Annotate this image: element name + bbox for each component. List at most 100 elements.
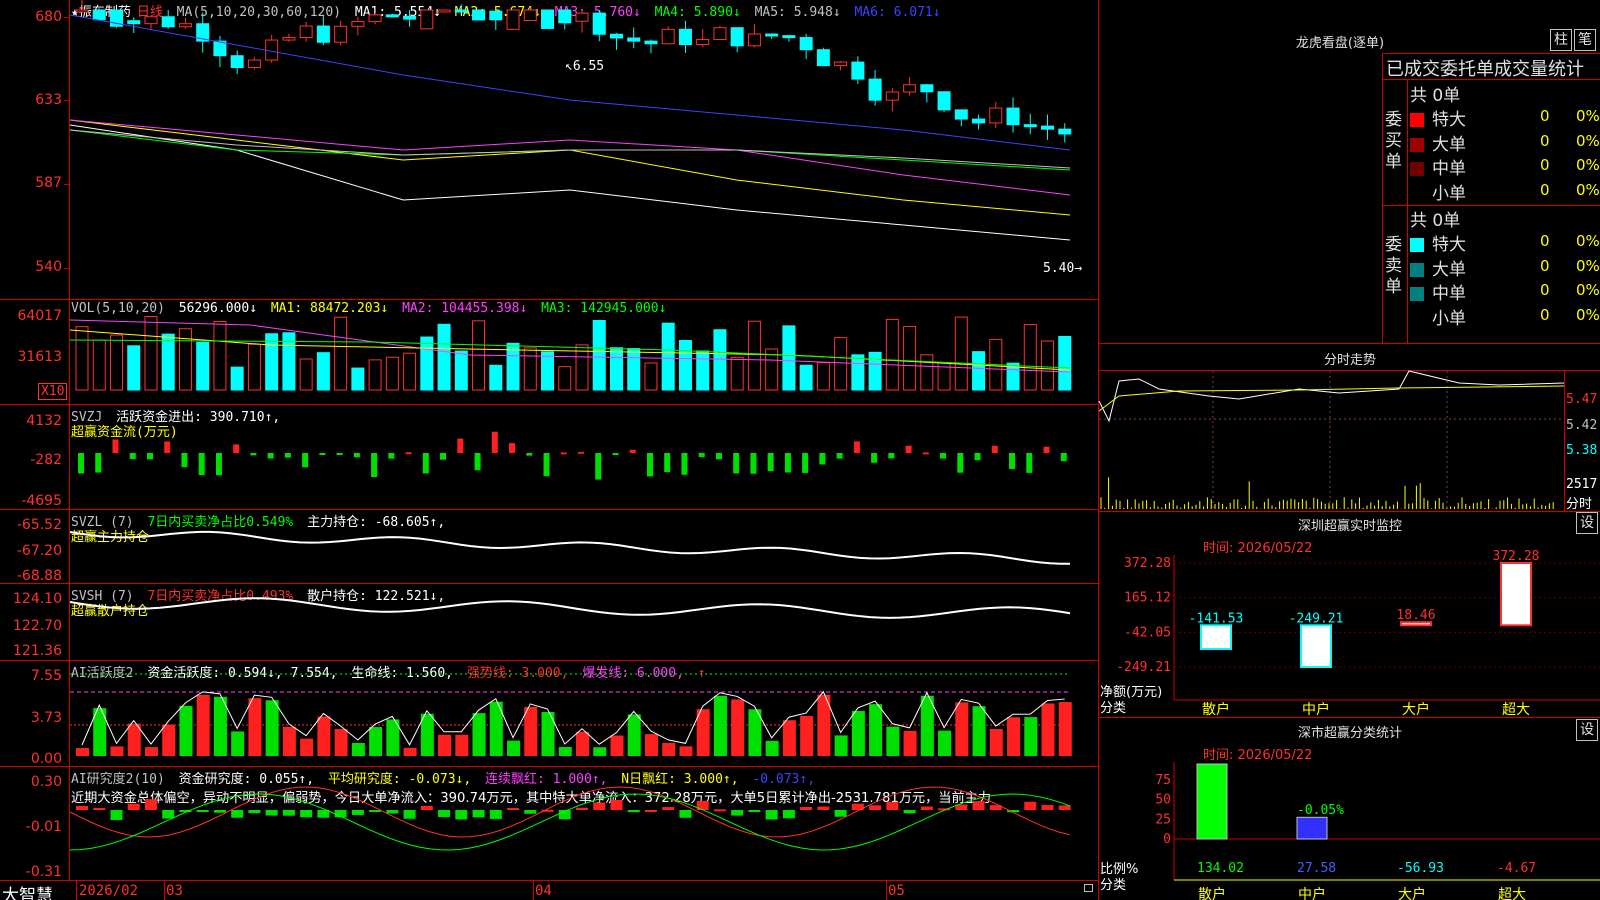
moving-average-line [69,119,1071,196]
candle-body [334,25,348,43]
kline-y-label: 540 [35,259,62,275]
research-bar [162,810,175,819]
ai-active-y-label: 3.73 [30,710,62,726]
research-bar [93,807,106,810]
order-color-swatch [1410,238,1424,252]
monitor-settings-button[interactable]: 设 [1576,512,1598,534]
order-percent: 0% [1576,305,1600,324]
activity-bar [317,716,331,756]
ai-research-chart[interactable] [69,767,1098,880]
retail-position-chart[interactable] [69,584,1098,660]
order-type-label: 中单 [1432,284,1466,304]
fund-flow-bar [629,449,636,453]
fund-flow-bar [371,453,378,477]
vol-y-label: 64017 [17,308,62,324]
activity-bar [438,734,452,756]
activity-bar [524,706,538,756]
order-count: 0 [1540,256,1550,275]
volume-bar [127,345,141,391]
research-bar [920,806,933,810]
classify-x-title: 分类 [1100,878,1127,893]
volume-bar [144,315,158,391]
candle-body [644,40,658,45]
order-color-swatch [1410,137,1424,152]
research-bar [127,803,140,810]
fund-flow-bar [250,453,257,456]
main-force-position-chart[interactable] [69,510,1098,583]
bar-mode-button[interactable]: 柱 [1550,29,1572,51]
fund-flow-chart[interactable] [70,405,1098,509]
activity-bar [662,742,676,756]
order-percent: 0% [1576,281,1600,299]
vol-y-label: 31613 [17,349,62,365]
activity-bar [76,747,89,756]
intraday-vol-label: 2517 [1566,477,1598,492]
candle-body [782,35,796,39]
fund-flow-bar [974,453,981,461]
classify-tick-label: 50 [1155,793,1171,808]
tick-mode-button[interactable]: 笔 [1574,29,1596,51]
monitor-category-label: 散户 [1202,701,1230,718]
research-bar [76,805,88,810]
lock-icon[interactable] [1084,884,1093,892]
classify-settings-button[interactable]: 设 [1576,719,1598,741]
candle-body [954,109,968,120]
moving-average-line [69,14,1071,151]
order-type-label: 大单 [1432,259,1466,280]
svsh-y-label: 124.10 [13,591,62,607]
candle-body [937,91,951,111]
volume-bar [903,326,917,391]
fund-flow-bar [146,453,153,460]
activity-bar [282,726,296,756]
fund-flow-bar [853,441,860,453]
fund-flow-bar [302,453,309,468]
classify-title: 深市超赢分类统计 [1297,726,1402,741]
research-y-label: -0.31 [25,864,62,880]
research-bar [972,801,985,810]
monitor-bar-chart[interactable]: 372.28 165.12 -42.05 -249.21 -141.53 散户 -249.2… [1099,549,1600,718]
fund-flow-bar [750,453,757,474]
fund-flow-bar [388,453,395,459]
intraday-price-line [1098,370,1565,423]
classify-bar-chart[interactable]: 75 50 25 0 134.02 散户 27.58 中户 -56.93 大户 -4.67 超大 -0.… [1099,762,1600,900]
order-type-label: 特大 [1432,235,1466,255]
volume-bar [334,316,348,391]
stats-border-bottom [1098,343,1600,344]
ai-activity-chart[interactable] [70,661,1098,766]
research-bar [679,810,692,818]
activity-bar [713,695,727,756]
candle-body [851,61,865,80]
candle-body [972,118,986,124]
date-label: 03 [166,883,183,899]
brand-label[interactable]: 大智慧 [2,881,53,900]
research-bar [593,802,606,810]
fund-flow-bar [457,438,464,453]
volume-bar [299,358,313,391]
candle-body [385,14,399,18]
activity-bar [420,713,434,756]
candle-body [696,39,710,46]
fund-flow-bar [767,453,774,472]
order-color-swatch [1410,262,1424,277]
fund-flow-bar [578,451,584,454]
volume-chart[interactable] [69,300,1098,404]
monitor-value-label: 18.46 [1396,608,1435,623]
activity-bar [213,696,227,756]
fund-flow-bar [646,453,653,477]
intraday-y-label: 5.38 [1566,443,1598,458]
activity-bar [455,734,469,756]
activity-bar [472,713,486,756]
kline-y-label: 633 [35,92,62,108]
fund-flow-bar [612,453,619,455]
intraday-chart[interactable] [1098,370,1565,511]
activity-bar [834,735,848,756]
candlestick-chart[interactable] [69,0,1098,299]
classify-category-label: 散户 [1198,886,1226,900]
classify-value-label: -56.93 [1397,861,1444,876]
order-count: 0 [1540,107,1550,125]
candle-body [489,10,503,21]
intraday-y-label: 5.42 [1566,418,1598,433]
order-count: 0 [1540,281,1550,299]
date-divider [533,880,534,900]
research-bar [748,810,761,812]
